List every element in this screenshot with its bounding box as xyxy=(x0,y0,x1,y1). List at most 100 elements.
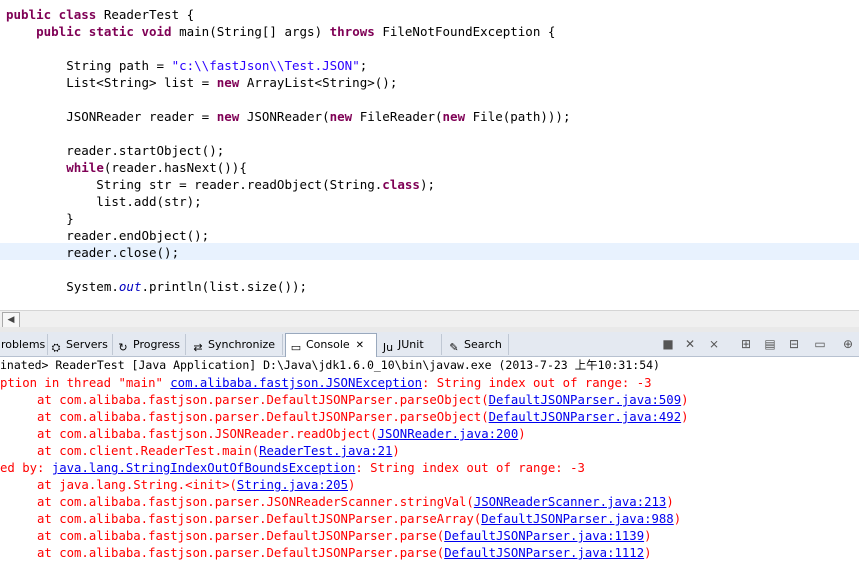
console-line: at com.alibaba.fastjson.parser.DefaultJS… xyxy=(0,545,652,562)
code-editor[interactable]: public class ReaderTest { public static … xyxy=(0,0,859,310)
stack-trace-link[interactable]: ReaderTest.java:21 xyxy=(259,444,392,458)
tab-label: JUnit xyxy=(398,338,424,351)
console-text: at com.alibaba.fastjson.parser.DefaultJS… xyxy=(0,546,445,560)
tab-label: Progress xyxy=(133,338,180,351)
code-text: File(path))); xyxy=(472,109,571,124)
code-line[interactable]: public class ReaderTest { xyxy=(6,6,194,23)
console-text: ) xyxy=(518,427,526,441)
stack-trace-link[interactable]: DefaultJSONParser.java:509 xyxy=(489,393,682,407)
servers-icon: ⛭ xyxy=(51,341,61,354)
console-text: at com.alibaba.fastjson.JSONReader.readO… xyxy=(0,427,378,441)
code-text: list.add(str); xyxy=(6,194,202,209)
code-text: FileReader( xyxy=(359,109,443,124)
code-text: String str = reader.readObject(String. xyxy=(6,177,383,192)
close-icon[interactable]: ✕ xyxy=(356,340,364,351)
console-text: ption in thread "main" xyxy=(0,376,171,390)
console-text: ) xyxy=(644,529,652,543)
console-line: ed by: java.lang.StringIndexOutOfBoundsE… xyxy=(0,460,585,477)
open-console-icon[interactable]: ⊕ xyxy=(840,336,856,352)
tab-label: Search xyxy=(464,338,502,351)
console-text: ) xyxy=(673,512,682,526)
code-text: ArrayList<String>(); xyxy=(246,75,398,90)
console-text: ) xyxy=(644,546,652,560)
console-line: at com.alibaba.fastjson.parser.JSONReade… xyxy=(0,494,674,511)
tab-console[interactable]: ▭ Console ✕ xyxy=(285,333,377,357)
stack-trace-link[interactable]: JSONReader.java:200 xyxy=(378,427,519,441)
scroll-left-icon[interactable]: ◀ xyxy=(2,312,20,328)
stack-trace-link[interactable]: DefaultJSONParser.java:1139 xyxy=(444,529,644,543)
code-line[interactable]: reader.close(); xyxy=(6,244,179,261)
tab-label: Servers xyxy=(66,338,108,351)
code-keyword: new xyxy=(216,75,247,90)
tab-progress[interactable]: ↻ Progress xyxy=(113,334,186,355)
code-text: JSONReader( xyxy=(246,109,330,124)
code-text: main(String[] args) xyxy=(179,24,330,39)
progress-icon: ↻ xyxy=(118,341,128,354)
console-text: at com.alibaba.fastjson.parser.DefaultJS… xyxy=(0,512,482,526)
console-line: at com.alibaba.fastjson.JSONReader.readO… xyxy=(0,426,526,443)
tab-label: Synchronize xyxy=(208,338,276,351)
remove-launch-icon[interactable]: ✕ xyxy=(682,336,698,352)
console-text: ) xyxy=(681,393,689,407)
console-text: ) xyxy=(681,410,689,424)
code-string: "c:\\fastJson\\Test.JSON" xyxy=(171,58,360,73)
console-text: at com.alibaba.fastjson.parser.JSONReade… xyxy=(0,495,474,509)
console-text: ed by: xyxy=(0,461,52,475)
console-icon: ▭ xyxy=(290,341,302,354)
tab-junit[interactable]: Ju JUnit xyxy=(378,334,442,355)
code-line[interactable]: list.add(str); xyxy=(6,193,202,210)
editor-horizontal-scrollbar[interactable]: ◀ xyxy=(0,310,859,328)
code-text: String path = xyxy=(6,58,172,73)
stack-trace-link[interactable]: String.java:205 xyxy=(237,478,348,492)
code-keyword: public class xyxy=(6,7,104,22)
code-field: out xyxy=(118,279,142,294)
console-text: at com.alibaba.fastjson.parser.DefaultJS… xyxy=(0,529,445,543)
stack-trace-link[interactable]: DefaultJSONParser.java:988 xyxy=(481,512,674,526)
tab-servers[interactable]: ⛭ Servers xyxy=(46,334,113,355)
view-tab-bar: roblems ⛭ Servers ↻ Progress ⇄ Synchronize ▭ Con… xyxy=(0,332,859,357)
console-line: at com.alibaba.fastjson.parser.DefaultJS… xyxy=(0,528,652,545)
console-output[interactable]: ption in thread "main" com.alibaba.fastj… xyxy=(0,374,859,568)
tab-synchronize[interactable]: ⇄ Synchronize xyxy=(188,334,283,355)
tab-label: Console xyxy=(306,338,350,351)
terminate-icon[interactable]: ■ xyxy=(660,336,676,352)
pin-console-icon[interactable]: ⊟ xyxy=(786,336,802,352)
code-line[interactable]: public static void main(String[] args) t… xyxy=(6,23,555,40)
junit-icon: Ju xyxy=(382,341,394,354)
stack-trace-link[interactable]: java.lang.StringIndexOutOfBoundsExceptio… xyxy=(52,461,356,475)
console-text: ) xyxy=(392,444,400,458)
code-keyword: public static void xyxy=(36,24,180,39)
code-line[interactable]: while(reader.hasNext()){ xyxy=(6,159,247,176)
code-keyword: new xyxy=(442,109,473,124)
code-text: } xyxy=(6,211,74,226)
stack-trace-link[interactable]: JSONReaderScanner.java:213 xyxy=(474,495,667,509)
tab-search[interactable]: ✎ Search xyxy=(444,334,509,355)
code-line[interactable]: } xyxy=(6,210,74,227)
console-text: at com.alibaba.fastjson.parser.DefaultJS… xyxy=(0,393,489,407)
show-console-icon[interactable]: ▤ xyxy=(762,336,778,352)
code-line[interactable]: System.out.println(list.size()); xyxy=(6,278,307,295)
stack-trace-link[interactable]: DefaultJSONParser.java:492 xyxy=(489,410,682,424)
console-text: : String index out of range: -3 xyxy=(422,376,652,390)
code-line[interactable]: reader.startObject(); xyxy=(6,142,224,159)
console-text: at com.client.ReaderTest.main( xyxy=(0,444,260,458)
search-icon: ✎ xyxy=(449,341,459,354)
display-selected-console-icon[interactable]: ▭ xyxy=(812,336,828,352)
code-line[interactable]: String path = "c:\\fastJson\\Test.JSON"; xyxy=(6,57,367,74)
code-text: .println(list.size()); xyxy=(141,279,308,294)
console-text: ) xyxy=(347,478,356,492)
code-line[interactable]: String str = reader.readObject(String.cl… xyxy=(6,176,435,193)
stack-trace-link[interactable]: com.alibaba.fastjson.JSONException xyxy=(170,376,422,390)
scroll-lock-icon[interactable]: ⊞ xyxy=(738,336,754,352)
code-line[interactable]: List<String> list = new ArrayList<String… xyxy=(6,74,397,91)
code-keyword: while xyxy=(66,160,104,175)
remove-all-terminated-icon[interactable]: ⨯ xyxy=(706,336,722,352)
console-text: at java.lang.String.<init>( xyxy=(0,478,237,492)
code-line[interactable]: reader.endObject(); xyxy=(6,227,209,244)
code-keyword: throws xyxy=(329,24,383,39)
code-text: FileNotFoundException { xyxy=(382,24,556,39)
tab-roblems[interactable]: roblems xyxy=(0,334,48,355)
stack-trace-link[interactable]: DefaultJSONParser.java:1112 xyxy=(444,546,644,560)
code-line[interactable]: JSONReader reader = new JSONReader(new F… xyxy=(6,108,570,125)
code-text: ; xyxy=(359,58,368,73)
